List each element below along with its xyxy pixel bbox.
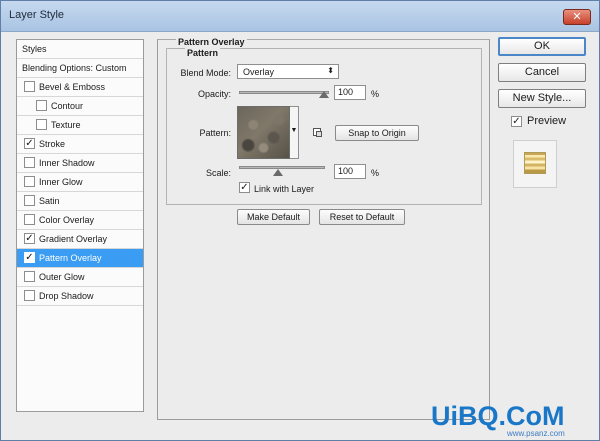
watermark-logo: UiBQ.CoM: [431, 401, 565, 431]
checkmark-icon: ✓: [240, 182, 249, 193]
style-list-item[interactable]: ✓ Stroke: [17, 135, 143, 154]
opacity-label: Opacity:: [197, 89, 231, 99]
style-list-item[interactable]: Bevel & Emboss: [17, 78, 143, 97]
blend-mode-select[interactable]: Overlay ⬍: [237, 64, 339, 79]
style-list-item[interactable]: Color Overlay: [17, 211, 143, 230]
ok-button[interactable]: OK: [498, 37, 586, 56]
style-list-item[interactable]: ✓ Gradient Overlay: [17, 230, 143, 249]
opacity-slider[interactable]: [239, 91, 329, 94]
new-style-button[interactable]: New Style...: [498, 89, 586, 108]
style-list-item[interactable]: Contour: [17, 97, 143, 116]
preview-checkbox[interactable]: ✓: [511, 116, 522, 127]
styles-list: Styles Blending Options: Custom Bevel & Em…: [16, 39, 144, 412]
layer-style-dialog: Layer Style ✕ Styles Blending Options: Cu…: [0, 0, 600, 441]
style-list-label: Bevel & Emboss: [39, 82, 106, 92]
pattern-swatch[interactable]: [237, 106, 290, 159]
style-list-label: Color Overlay: [39, 215, 95, 225]
pattern-picker-arrow[interactable]: ▼: [290, 106, 299, 159]
blend-mode-value: Overlay: [243, 67, 275, 77]
style-list-label: Outer Glow: [39, 272, 85, 282]
style-list-label: Stroke: [39, 139, 66, 149]
opacity-input[interactable]: 100: [334, 85, 366, 100]
style-list-item[interactable]: Blending Options: Custom: [17, 59, 143, 78]
style-list-label: Contour: [51, 101, 84, 111]
style-list-label: Styles: [22, 44, 47, 54]
style-list-label: Blending Options: Custom: [22, 63, 127, 73]
blend-mode-label: Blend Mode:: [180, 68, 231, 78]
scale-input[interactable]: 100: [334, 164, 366, 179]
watermark-url: www.psanz.com: [507, 429, 565, 438]
style-list-item[interactable]: Styles: [17, 40, 143, 59]
preview-swatch: [524, 152, 546, 174]
style-list-label: Inner Glow: [39, 177, 83, 187]
style-list-label: Gradient Overlay: [39, 234, 108, 244]
style-list-item[interactable]: Texture: [17, 116, 143, 135]
style-list-label: Satin: [39, 196, 60, 206]
style-checkbox[interactable]: [24, 271, 35, 282]
title-bar[interactable]: Layer Style ✕: [1, 1, 599, 32]
style-list-item[interactable]: Drop Shadow: [17, 287, 143, 306]
snap-to-origin-button[interactable]: Snap to Origin: [335, 125, 419, 141]
style-list-item[interactable]: Inner Shadow: [17, 154, 143, 173]
close-icon: ✕: [572, 11, 582, 23]
scale-unit: %: [371, 168, 380, 178]
style-checkbox[interactable]: [24, 157, 35, 168]
style-checkbox[interactable]: ✓: [24, 252, 35, 263]
scale-label: Scale:: [205, 168, 231, 178]
new-preset-icon[interactable]: [313, 128, 322, 137]
updown-arrow-icon: ⬍: [327, 66, 334, 75]
style-checkbox[interactable]: [24, 214, 35, 225]
section-title: Pattern Overlay: [176, 37, 247, 47]
style-list-item[interactable]: Satin: [17, 192, 143, 211]
make-default-button[interactable]: Make Default: [237, 209, 310, 225]
scale-slider-thumb[interactable]: [273, 169, 284, 176]
cancel-button[interactable]: Cancel: [498, 63, 586, 82]
preview-label: Preview: [527, 115, 567, 127]
style-checkbox[interactable]: ✓: [24, 233, 35, 244]
opacity-slider-thumb[interactable]: [319, 91, 329, 98]
group-title: Pattern: [185, 48, 221, 58]
style-checkbox[interactable]: [36, 100, 47, 111]
reset-to-default-button[interactable]: Reset to Default: [319, 209, 405, 225]
style-list-item[interactable]: Inner Glow: [17, 173, 143, 192]
link-with-layer-checkbox[interactable]: ✓: [239, 182, 250, 193]
style-list-label: Pattern Overlay: [39, 253, 102, 263]
style-checkbox[interactable]: [24, 195, 35, 206]
style-list-item[interactable]: ✓ Pattern Overlay: [17, 249, 143, 268]
opacity-unit: %: [371, 89, 380, 99]
style-checkbox[interactable]: ✓: [24, 138, 35, 149]
window-title: Layer Style: [9, 9, 65, 21]
chevron-down-icon: ▼: [290, 127, 298, 134]
style-list-label: Drop Shadow: [39, 291, 94, 301]
style-checkbox[interactable]: [24, 290, 35, 301]
link-with-layer-label: Link with Layer: [254, 184, 315, 194]
style-checkbox[interactable]: [24, 176, 35, 187]
style-preview: [513, 140, 557, 188]
style-checkbox[interactable]: [24, 81, 35, 92]
close-button[interactable]: ✕: [563, 9, 591, 25]
style-list-label: Inner Shadow: [39, 158, 95, 168]
pattern-label: Pattern:: [199, 128, 231, 138]
checkmark-icon: ✓: [512, 116, 521, 127]
style-checkbox[interactable]: [36, 119, 47, 130]
style-list-item[interactable]: Outer Glow: [17, 268, 143, 287]
style-list-label: Texture: [51, 120, 81, 130]
